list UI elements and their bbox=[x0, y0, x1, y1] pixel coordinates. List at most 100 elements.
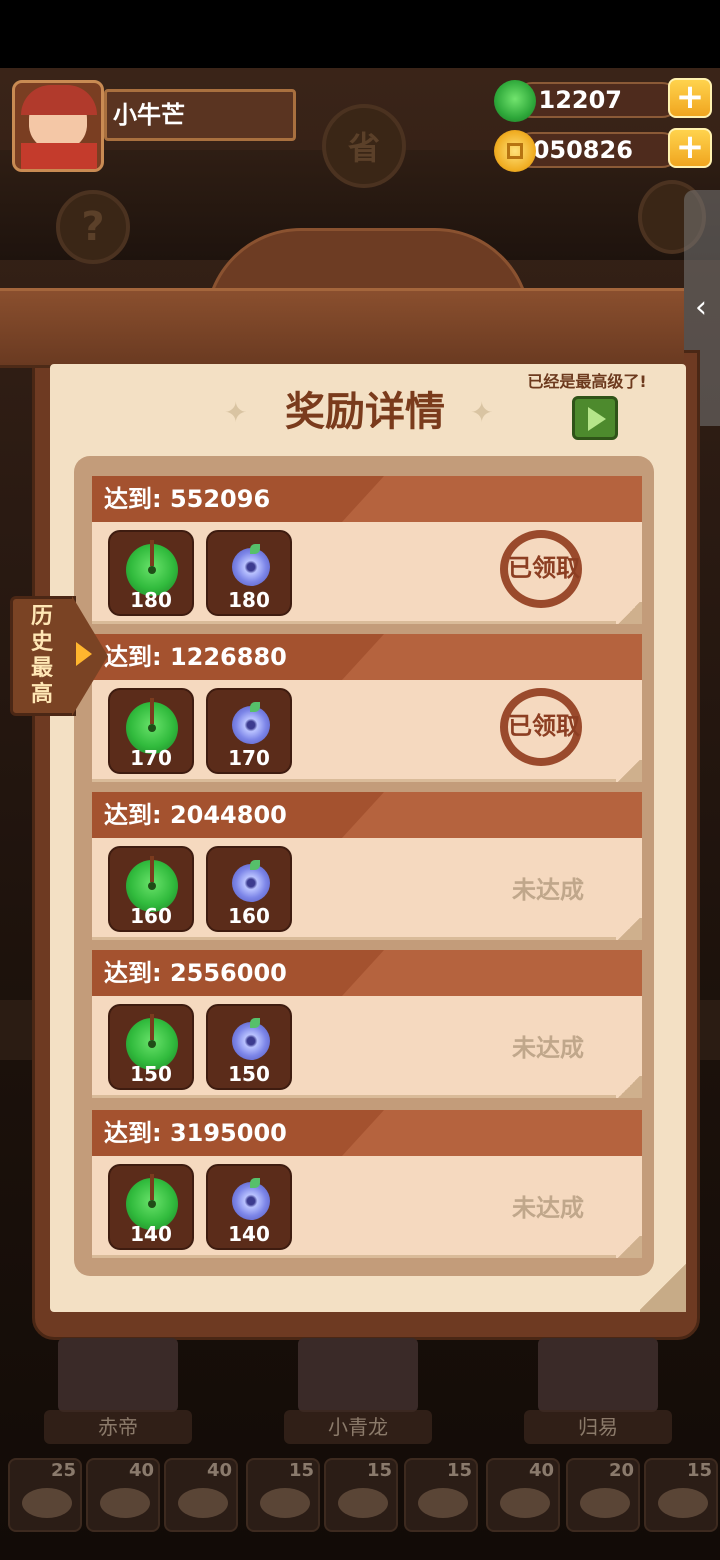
row-fold bbox=[616, 602, 642, 624]
jade-coin-icon bbox=[494, 80, 536, 122]
reward-threshold: 达到: 3195000 bbox=[104, 1119, 287, 1147]
panel-title: 奖励详情 bbox=[285, 389, 445, 435]
history-best-tab[interactable]: 历史最高 bbox=[10, 596, 108, 716]
jade-reward-item[interactable]: 170 bbox=[108, 688, 194, 774]
disc-reward-item[interactable]: 160 bbox=[206, 846, 292, 932]
claimed-status: 已领取 bbox=[508, 554, 580, 582]
dish-count: 40 bbox=[528, 1460, 554, 1481]
dish-icon bbox=[260, 1488, 310, 1518]
reward-qty: 180 bbox=[228, 588, 270, 612]
blue-disc-icon bbox=[232, 860, 270, 902]
dish-slot[interactable]: 15 bbox=[404, 1458, 478, 1532]
dish-count: 15 bbox=[686, 1460, 712, 1481]
hero-name: 赤帝 bbox=[44, 1410, 192, 1444]
disc-reward-item[interactable]: 140 bbox=[206, 1164, 292, 1250]
hero-portrait[interactable] bbox=[538, 1338, 658, 1412]
avatar-hat bbox=[21, 85, 97, 115]
title-ornament-right-icon: ✦ bbox=[470, 396, 494, 429]
pending-status: 未达成 bbox=[512, 1194, 584, 1222]
jade-rope bbox=[150, 1014, 154, 1040]
disc-leaf bbox=[250, 860, 260, 870]
reward-qty: 140 bbox=[228, 1222, 270, 1246]
jade-rope bbox=[150, 1174, 154, 1200]
dish-count: 20 bbox=[608, 1460, 634, 1481]
add-jade-button[interactable]: + bbox=[668, 78, 712, 118]
row-header-accent bbox=[342, 1110, 642, 1156]
jade-reward-item[interactable]: 150 bbox=[108, 1004, 194, 1090]
dish-slot[interactable]: 25 bbox=[8, 1458, 82, 1532]
hero-portrait[interactable] bbox=[58, 1338, 178, 1412]
dish-slot[interactable]: 40 bbox=[486, 1458, 560, 1532]
player-name: 小牛芒 bbox=[104, 89, 296, 141]
reward-row: 达到: 3195000 140 140 未达成 bbox=[92, 1110, 642, 1258]
dish-count: 40 bbox=[206, 1460, 232, 1481]
jade-reward-item[interactable]: 180 bbox=[108, 530, 194, 616]
dish-icon bbox=[580, 1488, 630, 1518]
jade-hole bbox=[148, 1040, 156, 1048]
pending-status: 未达成 bbox=[512, 1034, 584, 1062]
reward-qty: 160 bbox=[130, 904, 172, 928]
player-avatar[interactable] bbox=[12, 80, 104, 172]
reward-qty: 170 bbox=[228, 746, 270, 770]
disc-leaf bbox=[250, 1018, 260, 1028]
disc-leaf bbox=[250, 702, 260, 712]
dish-slot[interactable]: 20 bbox=[566, 1458, 640, 1532]
add-coin-button[interactable]: + bbox=[668, 128, 712, 168]
dish-icon bbox=[500, 1488, 550, 1518]
jade-rope bbox=[150, 698, 154, 724]
reward-row: 达到: 552096 180 180 已领取 bbox=[92, 476, 642, 624]
reward-threshold: 达到: 2044800 bbox=[104, 801, 287, 829]
province-badge-label: 省 bbox=[347, 129, 380, 167]
dish-icon bbox=[418, 1488, 468, 1518]
disc-reward-item[interactable]: 180 bbox=[206, 530, 292, 616]
row-header-accent bbox=[342, 634, 642, 680]
max-level-note: 已经是最高级了! bbox=[527, 372, 647, 391]
jade-hole bbox=[148, 566, 156, 574]
dish-slot[interactable]: 40 bbox=[86, 1458, 160, 1532]
gold-coin-icon bbox=[494, 130, 536, 172]
reward-row: 达到: 2556000 150 150 未达成 bbox=[92, 950, 642, 1098]
dish-count: 15 bbox=[288, 1460, 314, 1481]
reward-qty: 170 bbox=[130, 746, 172, 770]
reward-threshold: 达到: 1226880 bbox=[104, 643, 287, 671]
dish-slot[interactable]: 40 bbox=[164, 1458, 238, 1532]
dish-slot[interactable]: 15 bbox=[644, 1458, 718, 1532]
chevron-left-icon[interactable]: ‹ bbox=[688, 290, 714, 326]
row-header-accent bbox=[342, 950, 642, 996]
reward-row: 达到: 2044800 160 160 未达成 bbox=[92, 792, 642, 940]
avatar-robe bbox=[21, 143, 97, 169]
dish-slot[interactable]: 15 bbox=[246, 1458, 320, 1532]
jade-hole bbox=[148, 882, 156, 890]
jade-hole bbox=[148, 1200, 156, 1208]
reward-qty: 150 bbox=[130, 1062, 172, 1086]
help-icon: ? bbox=[56, 190, 130, 264]
jade-reward-item[interactable]: 140 bbox=[108, 1164, 194, 1250]
disc-reward-item[interactable]: 170 bbox=[206, 688, 292, 774]
hero-portrait[interactable] bbox=[298, 1338, 418, 1412]
reward-qty: 150 bbox=[228, 1062, 270, 1086]
hero-name: 小青龙 bbox=[284, 1410, 432, 1444]
blue-disc-icon bbox=[232, 1178, 270, 1220]
reward-qty: 140 bbox=[130, 1222, 172, 1246]
claimed-stamp: 已领取 bbox=[500, 530, 592, 616]
blue-disc-icon bbox=[232, 1018, 270, 1060]
jade-balance: 12207 bbox=[514, 82, 680, 118]
reward-qty: 180 bbox=[130, 588, 172, 612]
next-level-button[interactable] bbox=[572, 396, 618, 440]
row-fold bbox=[616, 918, 642, 940]
disc-leaf bbox=[250, 1178, 260, 1188]
claimed-status: 已领取 bbox=[508, 712, 580, 740]
hero-name: 归易 bbox=[524, 1410, 672, 1444]
reward-threshold: 达到: 552096 bbox=[104, 485, 271, 513]
province-badge: 省 bbox=[322, 104, 406, 188]
coin-balance: 9050826 bbox=[514, 132, 680, 168]
claimed-stamp: 已领取 bbox=[500, 688, 592, 774]
dish-count: 40 bbox=[128, 1460, 154, 1481]
reward-threshold: 达到: 2556000 bbox=[104, 959, 287, 987]
blue-disc-icon bbox=[232, 702, 270, 744]
disc-reward-item[interactable]: 150 bbox=[206, 1004, 292, 1090]
dish-icon bbox=[100, 1488, 150, 1518]
jade-reward-item[interactable]: 160 bbox=[108, 846, 194, 932]
dish-slot[interactable]: 15 bbox=[324, 1458, 398, 1532]
play-arrow-icon bbox=[76, 642, 92, 666]
